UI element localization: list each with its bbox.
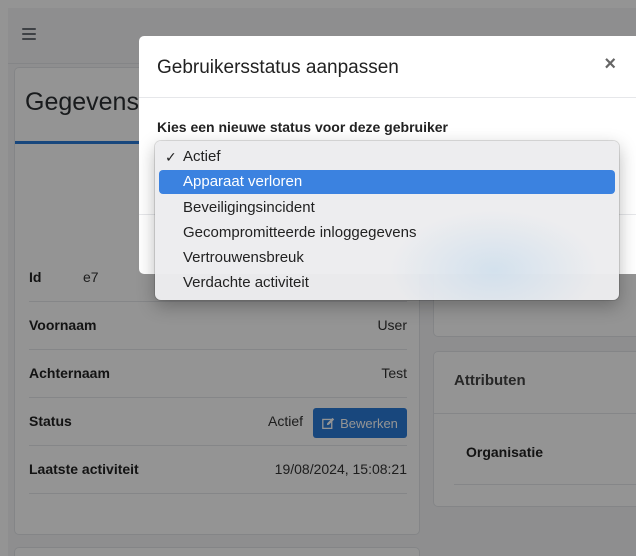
option-label: Apparaat verloren — [183, 173, 303, 190]
option-label: Actief — [183, 148, 221, 165]
status-option-beveiligingsincident[interactable]: Beveiligingsincident — [159, 196, 615, 220]
option-label: Vertrouwensbreuk — [183, 249, 304, 266]
checkmark-icon: ✓ — [165, 149, 177, 165]
status-select-label: Kies een nieuwe status voor deze gebruik… — [157, 119, 448, 135]
close-icon[interactable]: × — [604, 54, 616, 74]
option-label: Beveiligingsincident — [183, 199, 315, 216]
option-label: Gecompromitteerde inloggegevens — [183, 224, 417, 241]
status-option-verdachte-activiteit[interactable]: Verdachte activiteit — [159, 271, 615, 295]
status-option-vertrouwensbreuk[interactable]: Vertrouwensbreuk — [159, 246, 615, 270]
status-dropdown-list[interactable]: ✓ Actief Apparaat verloren Beveiligingsi… — [155, 141, 619, 300]
status-option-gecompromitteerde-inloggegevens[interactable]: Gecompromitteerde inloggegevens — [159, 221, 615, 245]
status-option-apparaat-verloren[interactable]: Apparaat verloren — [159, 170, 615, 194]
status-option-actief[interactable]: ✓ Actief — [159, 145, 615, 169]
modal-title: Gebruikersstatus aanpassen — [157, 57, 399, 78]
option-label: Verdachte activiteit — [183, 274, 309, 291]
modal-header: Gebruikersstatus aanpassen × — [139, 36, 636, 98]
